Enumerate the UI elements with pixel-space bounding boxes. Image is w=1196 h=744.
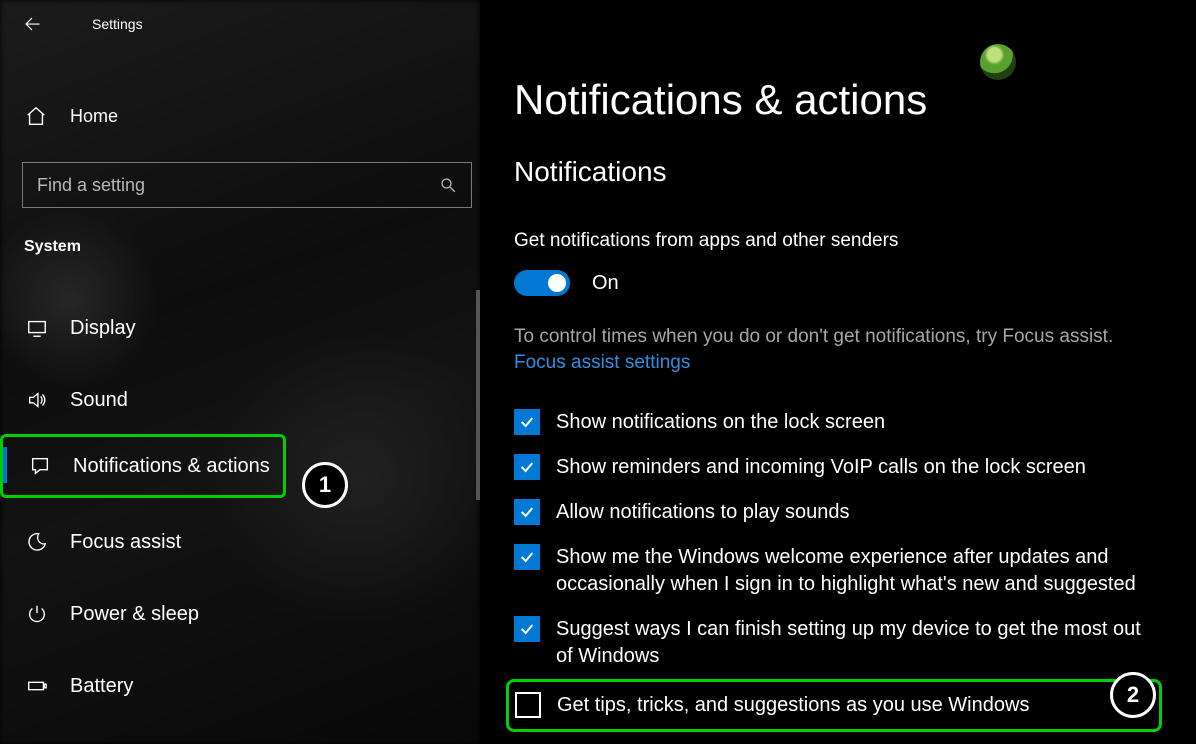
notifications-toggle[interactable] (514, 270, 570, 296)
checkbox-reminders-voip: Show reminders and incoming VoIP calls o… (514, 445, 1162, 490)
checkbox[interactable] (514, 409, 540, 435)
home-button[interactable]: Home (0, 88, 480, 144)
sidebar: Settings Home Find a setting System Disp… (0, 0, 480, 744)
sidebar-item-power-sleep[interactable]: Power & sleep (0, 586, 480, 642)
annotation-marker-1: 1 (302, 462, 348, 508)
search-input[interactable]: Find a setting (22, 162, 472, 208)
sidebar-item-label: Power & sleep (50, 603, 199, 626)
back-arrow-icon (23, 15, 41, 33)
battery-icon (24, 675, 50, 697)
checkbox-label: Suggest ways I can finish setting up my … (556, 616, 1162, 670)
focus-assist-link[interactable]: Focus assist settings (480, 350, 690, 374)
checkbox-lock-screen: Show notifications on the lock screen (514, 400, 1162, 445)
checkbox[interactable] (514, 616, 540, 642)
home-icon (24, 105, 48, 127)
back-button[interactable] (8, 0, 56, 48)
checkbox[interactable] (514, 544, 540, 570)
checkbox-list: Show notifications on the lock screen Sh… (480, 374, 1196, 732)
sidebar-section-title: System (0, 208, 480, 266)
sidebar-item-label: Focus assist (50, 531, 181, 554)
checkbox[interactable] (515, 692, 541, 718)
checkbox-label: Show me the Windows welcome experience a… (556, 544, 1162, 598)
checkbox-label: Show reminders and incoming VoIP calls o… (556, 454, 1162, 481)
notifications-icon (27, 455, 53, 477)
page-title: Notifications & actions (480, 0, 1196, 124)
toggle-label: Get notifications from apps and other se… (480, 188, 1196, 252)
checkbox[interactable] (514, 499, 540, 525)
checkbox-label: Allow notifications to play sounds (556, 499, 1162, 526)
sidebar-item-label: Sound (50, 389, 128, 412)
sidebar-item-label: Notifications & actions (53, 455, 270, 478)
sidebar-item-sound[interactable]: Sound (0, 372, 480, 428)
sidebar-item-focus-assist[interactable]: Focus assist (0, 514, 480, 570)
avatar (980, 44, 1016, 80)
app-title: Settings (56, 16, 143, 32)
checkbox-label: Show notifications on the lock screen (556, 409, 1162, 436)
toggle-state: On (570, 272, 619, 295)
sidebar-item-label: Display (50, 317, 136, 340)
display-icon (24, 317, 50, 339)
content-pane: Notifications & actions Notifications Ge… (480, 0, 1196, 744)
moon-icon (24, 531, 50, 553)
sidebar-item-label: Battery (50, 675, 133, 698)
sidebar-item-display[interactable]: Display (0, 300, 480, 356)
home-label: Home (48, 106, 118, 127)
checkbox-play-sounds: Allow notifications to play sounds (514, 490, 1162, 535)
description-text: To control times when you do or don't ge… (480, 296, 1196, 350)
checkbox-label: Get tips, tricks, and suggestions as you… (557, 692, 1099, 719)
checkbox-tips-tricks: Get tips, tricks, and suggestions as you… (506, 679, 1162, 732)
checkbox-welcome-experience: Show me the Windows welcome experience a… (514, 535, 1162, 607)
search-placeholder: Find a setting (37, 175, 145, 196)
checkbox[interactable] (514, 454, 540, 480)
search-icon (439, 176, 457, 194)
annotation-marker-2: 2 (1110, 672, 1156, 718)
checkbox-finish-setup: Suggest ways I can finish setting up my … (514, 607, 1162, 679)
sidebar-item-notifications[interactable]: Notifications & actions (0, 434, 286, 498)
power-icon (24, 603, 50, 625)
sound-icon (24, 389, 50, 411)
sidebar-item-battery[interactable]: Battery (0, 658, 480, 714)
section-header: Notifications (480, 124, 1196, 188)
